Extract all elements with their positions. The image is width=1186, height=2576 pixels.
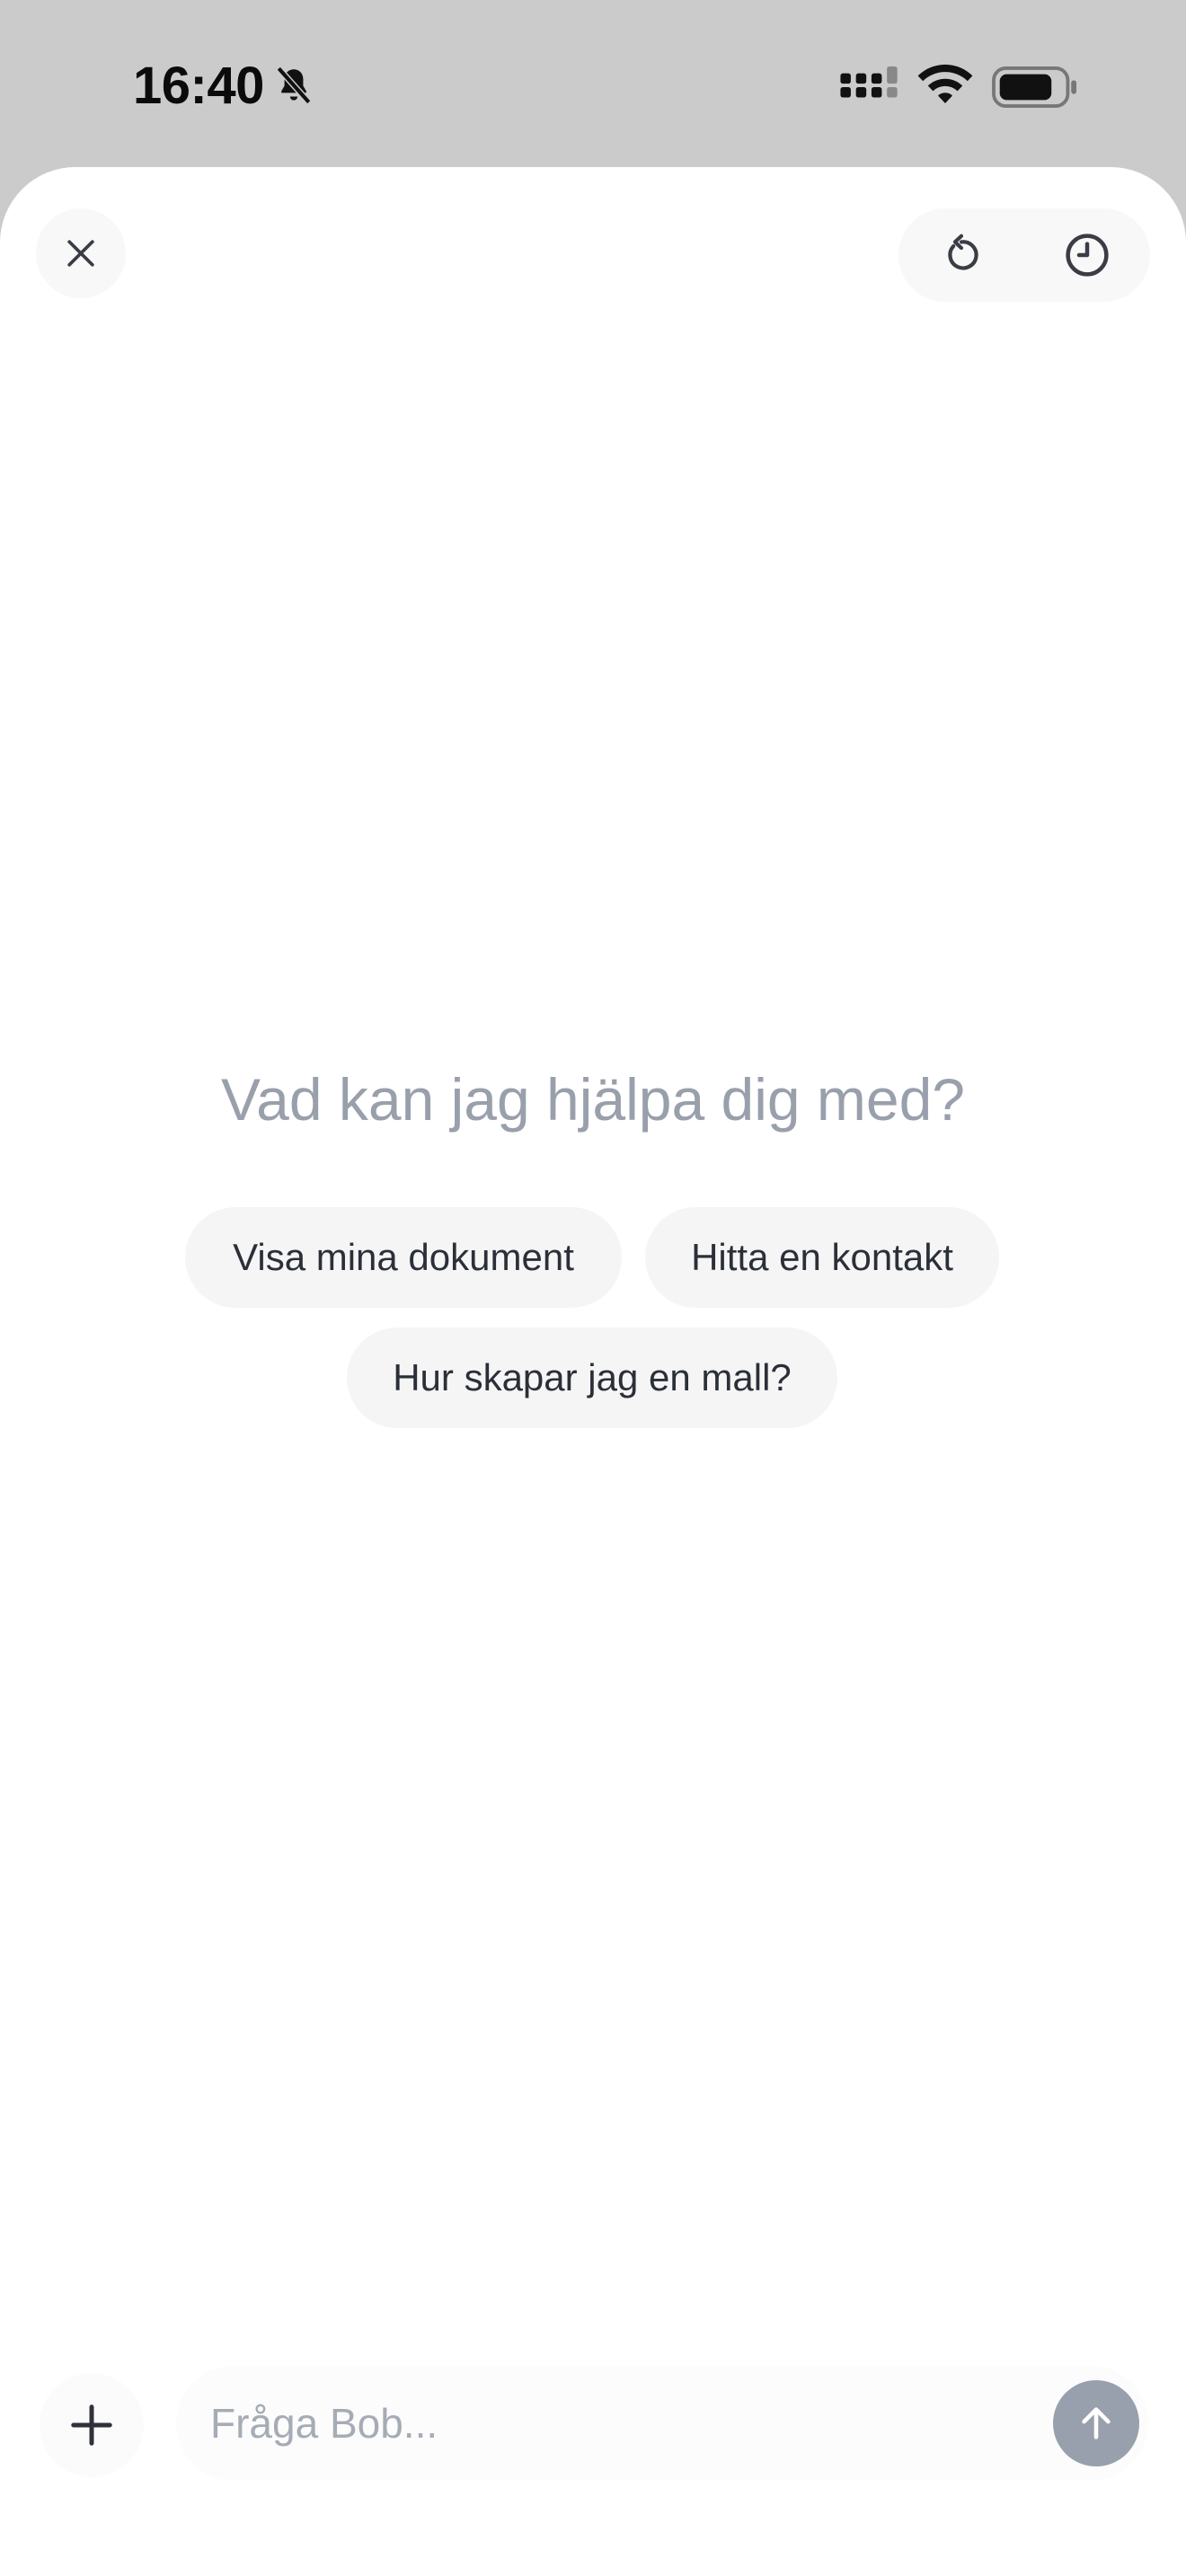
suggestion-chip-template[interactable]: Hur skapar jag en mall? [347,1328,837,1428]
add-attachment-button[interactable] [40,2373,144,2477]
message-input[interactable] [210,2366,929,2481]
reset-chat-button[interactable] [898,208,1024,302]
reset-icon [948,234,978,270]
suggestion-chip-documents[interactable]: Visa mina dokument [185,1207,622,1308]
history-button[interactable] [1024,208,1150,302]
wifi-icon [917,64,973,103]
empty-state-headline: Vad kan jag hjälpa dig med? [220,1066,966,1133]
chat-sheet: Vad kan jag hjälpa dig med? Visa mina do… [0,167,1186,2576]
battery-icon [992,66,1076,108]
bell-slash-icon [276,66,312,105]
plus-icon [71,2404,112,2446]
status-bar: 16:40 [0,0,1186,167]
history-clock-icon [1066,234,1109,277]
send-button[interactable] [1053,2380,1139,2466]
status-time: 16:40 [133,57,264,115]
close-button[interactable] [36,208,126,298]
arrow-up-icon [1082,2407,1111,2439]
close-icon [67,240,94,267]
header-actions [898,208,1150,302]
suggestion-chip-contact[interactable]: Hitta en kontakt [645,1207,999,1308]
cellular-signal-icon [840,66,898,98]
message-composer [176,2366,1148,2481]
